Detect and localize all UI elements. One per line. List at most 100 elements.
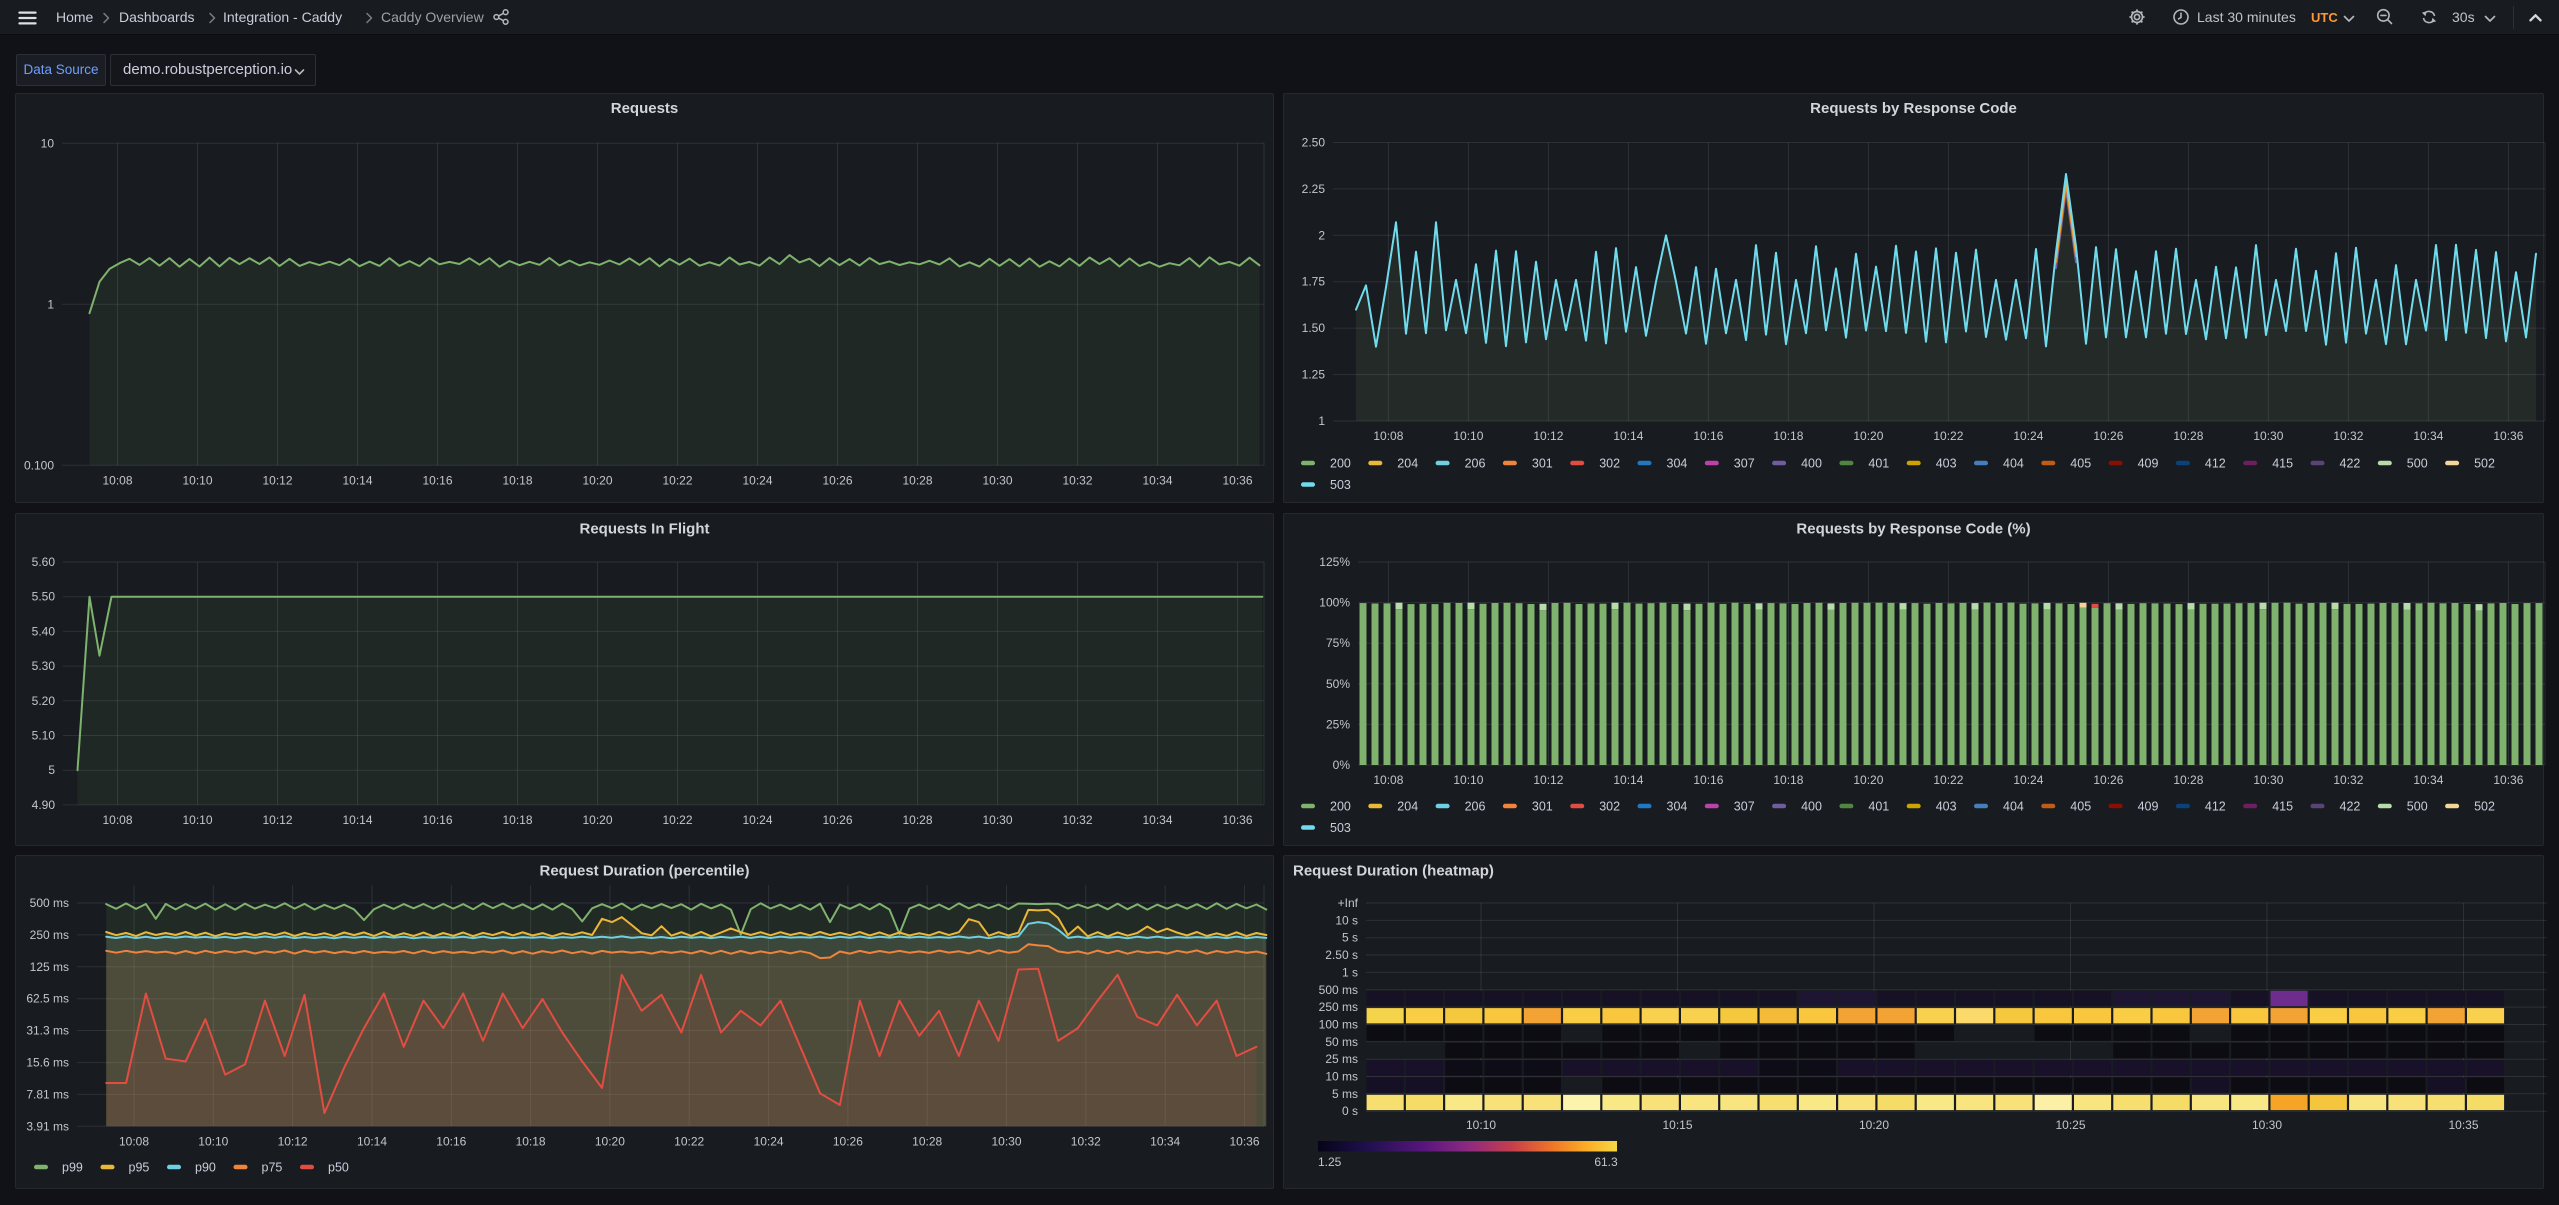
svg-text:10 ms: 10 ms [1325,1070,1358,1084]
svg-text:10:10: 10:10 [1453,773,1483,787]
svg-text:5.10: 5.10 [32,729,56,743]
svg-text:10:36: 10:36 [1229,1134,1259,1148]
svg-text:10:10: 10:10 [182,813,212,827]
svg-text:422: 422 [2340,457,2361,471]
svg-text:503: 503 [1330,478,1351,492]
svg-text:15.6 ms: 15.6 ms [26,1056,69,1070]
svg-text:10:22: 10:22 [662,473,692,487]
svg-text:250 ms: 250 ms [1319,1000,1358,1014]
svg-text:10:20: 10:20 [595,1134,625,1148]
svg-text:5: 5 [48,763,55,777]
svg-text:p90: p90 [195,1161,216,1175]
svg-text:10:10: 10:10 [198,1134,228,1148]
svg-text:5.40: 5.40 [32,624,56,638]
svg-text:400: 400 [1801,800,1822,814]
svg-text:10 s: 10 s [1335,913,1358,927]
svg-text:10:35: 10:35 [2448,1118,2478,1132]
svg-text:412: 412 [2205,457,2226,471]
svg-text:405: 405 [2070,800,2091,814]
svg-text:409: 409 [2138,800,2159,814]
svg-text:307: 307 [1734,457,1755,471]
svg-text:10:18: 10:18 [1773,429,1803,443]
svg-text:10:25: 10:25 [2055,1118,2085,1132]
svg-text:1 s: 1 s [1342,965,1358,979]
svg-text:10:14: 10:14 [342,473,372,487]
svg-text:10:26: 10:26 [2093,429,2123,443]
svg-text:10:30: 10:30 [982,473,1012,487]
svg-text:5 ms: 5 ms [1332,1087,1358,1101]
svg-text:1.25: 1.25 [1318,1155,1342,1169]
svg-text:502: 502 [2474,800,2495,814]
svg-text:5.20: 5.20 [32,694,56,708]
svg-text:10:12: 10:12 [262,473,292,487]
svg-text:10:26: 10:26 [822,473,852,487]
svg-text:1: 1 [1318,414,1325,428]
svg-text:Request Duration (heatmap): Request Duration (heatmap) [1293,863,1494,880]
svg-text:10:30: 10:30 [2253,429,2283,443]
svg-text:500: 500 [2407,800,2428,814]
svg-text:10:16: 10:16 [422,813,452,827]
svg-text:10:26: 10:26 [833,1134,863,1148]
svg-text:415: 415 [2272,800,2293,814]
svg-text:250 ms: 250 ms [30,928,69,942]
svg-text:10:10: 10:10 [1453,429,1483,443]
svg-text:10:14: 10:14 [1613,429,1643,443]
svg-text:100%: 100% [1319,596,1350,610]
svg-text:p99: p99 [62,1161,83,1175]
svg-text:7.81 ms: 7.81 ms [26,1087,69,1101]
svg-text:304: 304 [1667,800,1688,814]
svg-text:1: 1 [47,297,54,311]
svg-text:502: 502 [2474,457,2495,471]
svg-text:10:22: 10:22 [1933,773,1963,787]
svg-text:10:32: 10:32 [2333,773,2363,787]
svg-text:405: 405 [2070,457,2091,471]
svg-text:Request Duration (percentile): Request Duration (percentile) [539,863,749,880]
svg-text:10:28: 10:28 [912,1134,942,1148]
svg-text:Requests by Response Code (%): Requests by Response Code (%) [1796,521,2030,538]
svg-text:1.75: 1.75 [1302,275,1326,289]
svg-text:10:16: 10:16 [1693,773,1723,787]
svg-text:415: 415 [2272,457,2293,471]
svg-text:1.25: 1.25 [1302,368,1326,382]
svg-text:403: 403 [1936,457,1957,471]
svg-text:10:24: 10:24 [2013,773,2043,787]
svg-text:401: 401 [1868,800,1889,814]
svg-text:10:34: 10:34 [1142,473,1172,487]
svg-text:100 ms: 100 ms [1319,1018,1358,1032]
svg-text:204: 204 [1397,800,1418,814]
svg-text:404: 404 [2003,457,2024,471]
svg-text:31.3 ms: 31.3 ms [26,1024,69,1038]
svg-text:10:34: 10:34 [2413,429,2443,443]
svg-text:10:24: 10:24 [742,473,772,487]
svg-text:10:14: 10:14 [357,1134,387,1148]
svg-text:10:14: 10:14 [342,813,372,827]
svg-text:10:20: 10:20 [582,813,612,827]
svg-text:500: 500 [2407,457,2428,471]
svg-text:10:12: 10:12 [1533,773,1563,787]
svg-text:5.30: 5.30 [32,659,56,673]
svg-text:10:36: 10:36 [1222,813,1252,827]
svg-text:10:22: 10:22 [662,813,692,827]
svg-text:10:20: 10:20 [1859,1118,1889,1132]
svg-text:412: 412 [2205,800,2226,814]
svg-text:10:14: 10:14 [1613,773,1643,787]
svg-text:307: 307 [1734,800,1755,814]
svg-text:0 s: 0 s [1342,1104,1358,1118]
svg-text:4.90: 4.90 [32,798,56,812]
svg-text:10:34: 10:34 [1150,1134,1180,1148]
svg-text:62.5 ms: 62.5 ms [26,992,69,1006]
svg-text:10:26: 10:26 [822,813,852,827]
svg-text:10:32: 10:32 [1062,473,1092,487]
svg-text:10:20: 10:20 [582,473,612,487]
svg-text:204: 204 [1397,457,1418,471]
svg-text:0.100: 0.100 [24,458,54,472]
svg-text:10:34: 10:34 [1142,813,1172,827]
svg-text:503: 503 [1330,821,1351,835]
svg-text:p95: p95 [129,1161,150,1175]
svg-text:10:12: 10:12 [262,813,292,827]
svg-text:10:22: 10:22 [1933,429,1963,443]
svg-text:409: 409 [2138,457,2159,471]
svg-text:10:12: 10:12 [278,1134,308,1148]
svg-text:422: 422 [2340,800,2361,814]
svg-text:500 ms: 500 ms [1319,983,1358,997]
